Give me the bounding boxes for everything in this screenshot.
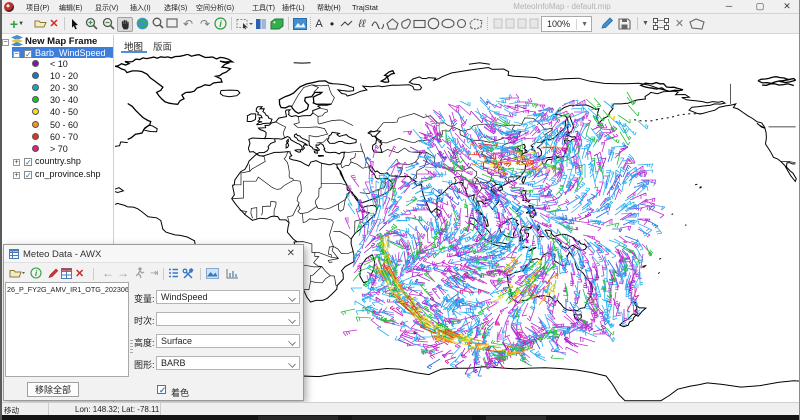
svg-text:i: i bbox=[219, 19, 222, 29]
svg-text:i: i bbox=[35, 268, 38, 278]
